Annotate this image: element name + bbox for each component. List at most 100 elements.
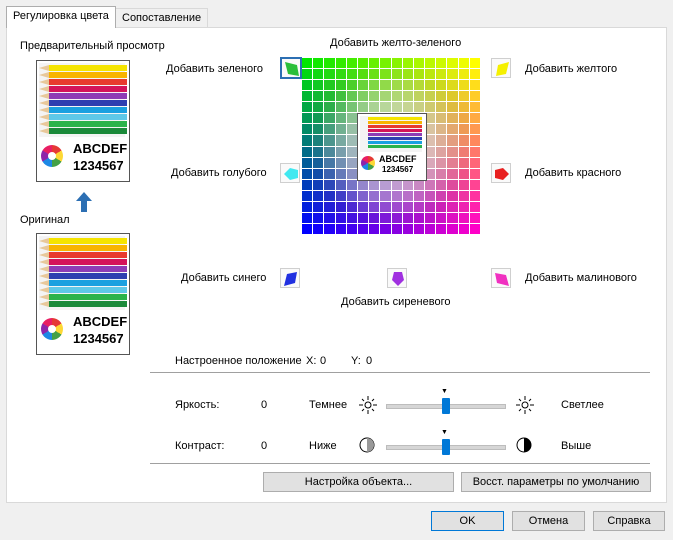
color-grid-cell[interactable] — [425, 91, 436, 102]
color-grid-cell[interactable] — [436, 179, 447, 190]
color-grid-cell[interactable] — [413, 91, 425, 102]
color-grid-cell[interactable] — [469, 58, 480, 69]
color-grid-cell[interactable] — [469, 212, 480, 223]
color-grid-cell[interactable] — [458, 146, 469, 157]
color-grid-cell[interactable] — [447, 124, 458, 135]
color-grid-cell[interactable] — [436, 135, 447, 146]
add-yellow-button[interactable] — [491, 58, 511, 78]
color-grid-cell[interactable] — [313, 91, 324, 102]
color-grid-cell[interactable] — [458, 124, 469, 135]
color-grid-cell[interactable] — [357, 190, 369, 201]
color-grid-cell[interactable] — [313, 102, 324, 113]
color-grid-cell[interactable] — [346, 102, 357, 113]
color-grid-cell[interactable] — [335, 179, 346, 190]
color-grid-cell[interactable] — [458, 135, 469, 146]
color-grid-cell[interactable] — [369, 80, 380, 91]
object-setup-button[interactable]: Настройка объекта... — [263, 472, 454, 492]
color-grid-cell[interactable] — [425, 201, 436, 212]
help-button[interactable]: Справка — [593, 511, 665, 531]
add-red-button[interactable] — [491, 163, 511, 183]
color-grid-cell[interactable] — [324, 157, 335, 168]
color-grid-cell[interactable] — [458, 190, 469, 201]
color-grid-cell[interactable] — [302, 146, 313, 157]
color-grid-cell[interactable] — [380, 201, 391, 212]
color-grid-cell[interactable] — [313, 168, 324, 179]
ok-button[interactable]: OK — [431, 511, 504, 531]
color-grid-cell[interactable] — [469, 223, 480, 234]
color-grid-cell[interactable] — [402, 80, 413, 91]
color-grid-cell[interactable] — [402, 223, 413, 234]
color-grid-cell[interactable] — [469, 168, 480, 179]
color-grid-cell[interactable] — [357, 58, 369, 69]
color-grid-cell[interactable] — [436, 190, 447, 201]
color-grid-cell[interactable] — [346, 157, 357, 168]
color-grid-cell[interactable] — [458, 80, 469, 91]
color-grid-cell[interactable] — [447, 69, 458, 80]
color-grid-cell[interactable] — [402, 58, 413, 69]
color-grid-cell[interactable] — [447, 135, 458, 146]
color-grid-cell[interactable] — [313, 124, 324, 135]
color-grid-cell[interactable] — [335, 124, 346, 135]
color-grid-cell[interactable] — [425, 190, 436, 201]
color-grid-cell[interactable] — [357, 212, 369, 223]
color-grid-cell[interactable] — [469, 80, 480, 91]
color-grid-cell[interactable] — [469, 190, 480, 201]
color-grid-cell[interactable] — [346, 168, 357, 179]
color-grid-cell[interactable] — [380, 190, 391, 201]
add-cyan-button[interactable] — [280, 163, 300, 183]
color-grid-cell[interactable] — [302, 190, 313, 201]
color-grid-cell[interactable] — [391, 80, 402, 91]
color-grid-cell[interactable] — [458, 58, 469, 69]
color-grid-cell[interactable] — [391, 190, 402, 201]
color-grid-cell[interactable] — [335, 80, 346, 91]
color-grid-cell[interactable] — [425, 212, 436, 223]
color-grid-cell[interactable] — [302, 157, 313, 168]
add-blue-button[interactable] — [280, 268, 300, 288]
color-grid-cell[interactable] — [369, 179, 380, 190]
color-grid-cell[interactable] — [313, 113, 324, 124]
color-grid-cell[interactable] — [391, 102, 402, 113]
color-grid-cell[interactable] — [324, 69, 335, 80]
color-grid-cell[interactable] — [302, 80, 313, 91]
color-grid-cell[interactable] — [436, 80, 447, 91]
color-grid-cell[interactable] — [324, 58, 335, 69]
color-grid-cell[interactable] — [313, 135, 324, 146]
color-grid-cell[interactable] — [380, 102, 391, 113]
color-grid-cell[interactable] — [369, 190, 380, 201]
color-grid-cell[interactable] — [436, 168, 447, 179]
color-grid-cell[interactable] — [380, 91, 391, 102]
color-grid-cell[interactable] — [335, 212, 346, 223]
color-grid-cell[interactable] — [391, 223, 402, 234]
add-magenta-button[interactable] — [491, 268, 511, 288]
color-grid-cell[interactable] — [380, 212, 391, 223]
color-grid-cell[interactable] — [447, 146, 458, 157]
color-grid-cell[interactable] — [324, 190, 335, 201]
color-grid-cell[interactable] — [458, 212, 469, 223]
color-grid-cell[interactable] — [369, 58, 380, 69]
color-grid-cell[interactable] — [402, 179, 413, 190]
color-grid-cell[interactable] — [469, 91, 480, 102]
color-grid-cell[interactable] — [447, 157, 458, 168]
color-grid-cell[interactable] — [447, 91, 458, 102]
color-grid-cell[interactable] — [413, 179, 425, 190]
color-grid-cell[interactable] — [469, 102, 480, 113]
color-grid-cell[interactable] — [413, 190, 425, 201]
color-grid-cell[interactable] — [335, 102, 346, 113]
color-grid-cell[interactable] — [436, 58, 447, 69]
color-grid-cell[interactable] — [313, 146, 324, 157]
color-grid-cell[interactable] — [369, 201, 380, 212]
color-grid-cell[interactable] — [436, 201, 447, 212]
color-grid-cell[interactable] — [313, 212, 324, 223]
color-grid-cell[interactable] — [425, 102, 436, 113]
color-grid-cell[interactable] — [436, 212, 447, 223]
color-grid-cell[interactable] — [324, 212, 335, 223]
color-grid-cell[interactable] — [391, 179, 402, 190]
color-grid-cell[interactable] — [458, 157, 469, 168]
color-grid-cell[interactable] — [324, 201, 335, 212]
color-grid-cell[interactable] — [447, 102, 458, 113]
color-grid-cell[interactable] — [346, 135, 357, 146]
color-grid-cell[interactable] — [302, 223, 313, 234]
color-grid-cell[interactable] — [335, 146, 346, 157]
restore-defaults-button[interactable]: Восст. параметры по умолчанию — [461, 472, 651, 492]
color-grid-cell[interactable] — [436, 102, 447, 113]
